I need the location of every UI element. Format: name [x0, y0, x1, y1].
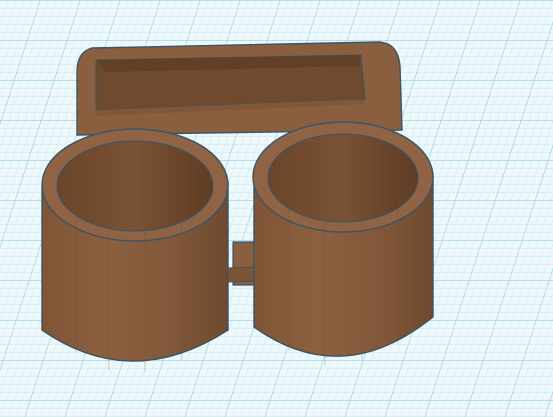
tray[interactable]	[76, 41, 403, 136]
3d-viewport[interactable]	[0, 0, 553, 417]
workplane-scene[interactable]	[0, 0, 553, 417]
right-cup-opening	[267, 133, 419, 223]
right-cup[interactable]	[252, 121, 434, 357]
left-cup[interactable]	[41, 128, 229, 362]
left-cup-opening	[56, 140, 214, 232]
